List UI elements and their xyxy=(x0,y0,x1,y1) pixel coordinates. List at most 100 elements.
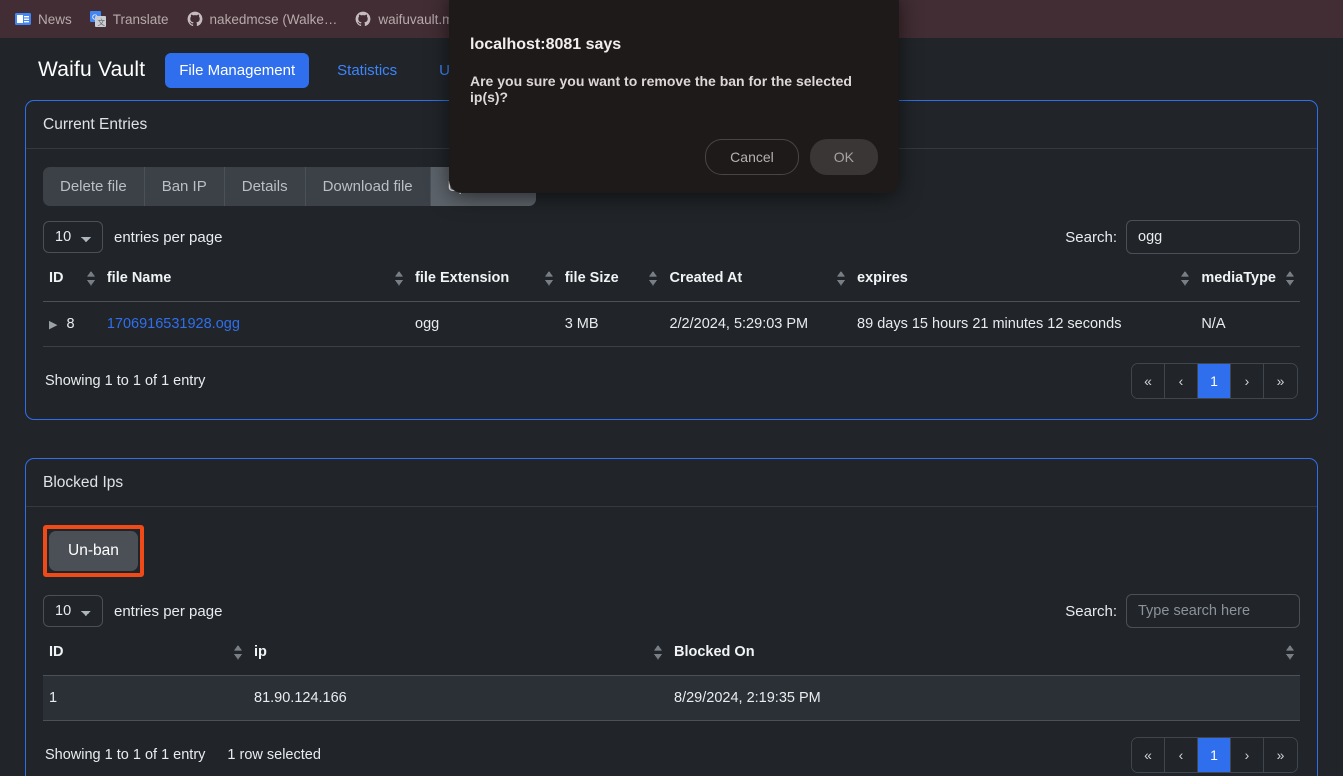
entries-pagination: « ‹ 1 › » xyxy=(1131,363,1298,399)
col-id[interactable]: ID xyxy=(43,254,101,302)
blocked-ips-card: Blocked Ips Un-ban 10 entries per page S… xyxy=(25,458,1318,776)
entries-search-label: Search: xyxy=(1065,228,1117,246)
blocked-entries-per-page-label: entries per page xyxy=(114,602,223,620)
bookmark-label: nakedmcse (Walke… xyxy=(209,11,338,27)
cell-blocked-ip: 81.90.124.166 xyxy=(248,675,668,721)
blocked-entries-per-page-select[interactable]: 10 xyxy=(43,595,103,627)
sort-icon xyxy=(395,270,403,286)
blocked-page-last-button[interactable]: » xyxy=(1264,738,1297,772)
sort-icon xyxy=(234,644,242,660)
cell-id: ▶ 8 xyxy=(43,301,101,347)
entries-per-page-label: entries per page xyxy=(114,228,223,246)
details-button[interactable]: Details xyxy=(224,167,306,206)
svg-text:文: 文 xyxy=(97,17,105,27)
entries-table-head: ID file Name file Extension file Size Cr xyxy=(43,254,1300,302)
cell-file-size: 3 MB xyxy=(558,301,664,347)
bookmark-translate[interactable]: G 文 Translate xyxy=(81,7,178,31)
blocked-page-prev-button[interactable]: ‹ xyxy=(1165,738,1198,772)
page-prev-button[interactable]: ‹ xyxy=(1165,364,1198,398)
cell-created-at: 2/2/2024, 5:29:03 PM xyxy=(663,301,852,347)
cell-expires: 89 days 15 hours 21 minutes 12 seconds xyxy=(851,301,1196,347)
github-icon xyxy=(355,11,371,27)
page-title: Waifu Vault xyxy=(38,58,146,81)
tab-statistics[interactable]: Statistics xyxy=(323,53,411,88)
dialog-message: Are you sure you want to remove the ban … xyxy=(470,73,852,105)
col-file-name[interactable]: file Name xyxy=(100,254,409,302)
blocked-search-input[interactable] xyxy=(1126,594,1300,628)
entries-search-group: Search: xyxy=(1065,220,1300,254)
blocked-table-head: ID ip Blocked On xyxy=(43,628,1300,676)
blocked-page-first-button[interactable]: « xyxy=(1132,738,1165,772)
blocked-pagination: « ‹ 1 › » xyxy=(1131,737,1298,773)
page-last-button[interactable]: » xyxy=(1264,364,1297,398)
ok-button[interactable]: OK xyxy=(809,139,878,175)
cell-file-extension: ogg xyxy=(409,301,559,347)
entries-per-page-select[interactable]: 10 xyxy=(43,221,103,253)
sort-icon xyxy=(544,270,553,286)
table-row[interactable]: 1 81.90.124.166 8/29/2024, 2:19:35 PM xyxy=(43,675,1300,721)
cell-file-name: 1706916531928.ogg xyxy=(100,301,409,347)
blocked-selected-text: 1 row selected xyxy=(227,747,321,763)
sort-icon xyxy=(1181,270,1190,286)
entries-length-group: 10 entries per page xyxy=(43,221,222,253)
blocked-table-footer: Showing 1 to 1 of 1 entry 1 row selected… xyxy=(43,721,1300,776)
blocked-search-label: Search: xyxy=(1065,602,1117,620)
blocked-showing-text: Showing 1 to 1 of 1 entry xyxy=(45,747,206,763)
page-first-button[interactable]: « xyxy=(1132,364,1165,398)
download-file-button[interactable]: Download file xyxy=(305,167,431,206)
blocked-table-body: 1 81.90.124.166 8/29/2024, 2:19:35 PM xyxy=(43,675,1300,721)
col-file-size[interactable]: file Size xyxy=(558,254,664,302)
sort-icon xyxy=(1286,270,1294,286)
bookmark-label: News xyxy=(38,11,72,27)
entries-info: Showing 1 to 1 of 1 entry xyxy=(45,373,205,389)
dialog-buttons: Cancel OK xyxy=(470,139,878,175)
expand-row-icon[interactable]: ▶ xyxy=(49,319,57,331)
col-blocked-on[interactable]: Blocked On xyxy=(668,628,1300,676)
cell-blocked-id: 1 xyxy=(43,675,248,721)
entries-controls-row: 10 entries per page Search: xyxy=(43,220,1300,254)
delete-file-button[interactable]: Delete file xyxy=(43,167,145,206)
cancel-button[interactable]: Cancel xyxy=(705,139,799,175)
sort-icon xyxy=(1286,644,1294,660)
entries-table-footer: Showing 1 to 1 of 1 entry « ‹ 1 › » xyxy=(43,347,1300,407)
entries-table-body: ▶ 8 1706916531928.ogg ogg 3 MB 2/2/2024, … xyxy=(43,301,1300,347)
bookmark-nakedmcse[interactable]: nakedmcse (Walke… xyxy=(178,7,347,31)
ban-ip-button[interactable]: Ban IP xyxy=(144,167,225,206)
news-icon xyxy=(15,13,31,25)
blocked-page-1-button[interactable]: 1 xyxy=(1198,738,1231,772)
page-next-button[interactable]: › xyxy=(1231,364,1264,398)
translate-icon: G 文 xyxy=(89,11,106,27)
entries-header-row: ID file Name file Extension file Size Cr xyxy=(43,254,1300,302)
blocked-ips-table: ID ip Blocked On 1 81.90.124.166 8/29/20… xyxy=(43,628,1300,721)
sort-icon xyxy=(654,644,662,660)
sort-icon xyxy=(837,270,846,286)
sort-icon xyxy=(649,270,658,286)
unban-highlight-box: Un-ban xyxy=(43,525,144,577)
col-blocked-ip[interactable]: ip xyxy=(248,628,668,676)
blocked-search-group: Search: xyxy=(1065,594,1300,628)
col-created-at[interactable]: Created At xyxy=(663,254,852,302)
cell-media-type: N/A xyxy=(1195,301,1300,347)
confirm-dialog: localhost:8081 says Are you sure you wan… xyxy=(449,0,899,193)
bookmark-news[interactable]: News xyxy=(6,7,81,31)
entries-search-input[interactable] xyxy=(1126,220,1300,254)
blocked-page-next-button[interactable]: › xyxy=(1231,738,1264,772)
github-icon xyxy=(187,11,202,27)
un-ban-button[interactable]: Un-ban xyxy=(49,531,138,571)
tab-file-management[interactable]: File Management xyxy=(165,52,310,88)
col-blocked-id[interactable]: ID xyxy=(43,628,248,676)
blocked-length-group: 10 entries per page xyxy=(43,595,222,627)
entries-showing-text: Showing 1 to 1 of 1 entry xyxy=(45,373,206,389)
blocked-controls-row: 10 entries per page Search: xyxy=(43,594,1300,628)
col-media-type[interactable]: mediaType xyxy=(1195,254,1300,302)
page-1-button[interactable]: 1 xyxy=(1198,364,1231,398)
blocked-ips-body: Un-ban 10 entries per page Search: Type … xyxy=(26,507,1317,776)
table-row[interactable]: ▶ 8 1706916531928.ogg ogg 3 MB 2/2/2024, … xyxy=(43,301,1300,347)
col-expires[interactable]: expires xyxy=(851,254,1196,302)
blocked-info: Showing 1 to 1 of 1 entry 1 row selected xyxy=(45,747,321,763)
bookmark-label: Translate xyxy=(112,11,169,27)
file-name-link[interactable]: 1706916531928.ogg xyxy=(107,316,240,332)
dialog-title: localhost:8081 says xyxy=(470,36,622,53)
col-file-extension[interactable]: file Extension xyxy=(409,254,559,302)
blocked-header-row: ID ip Blocked On xyxy=(43,628,1300,676)
